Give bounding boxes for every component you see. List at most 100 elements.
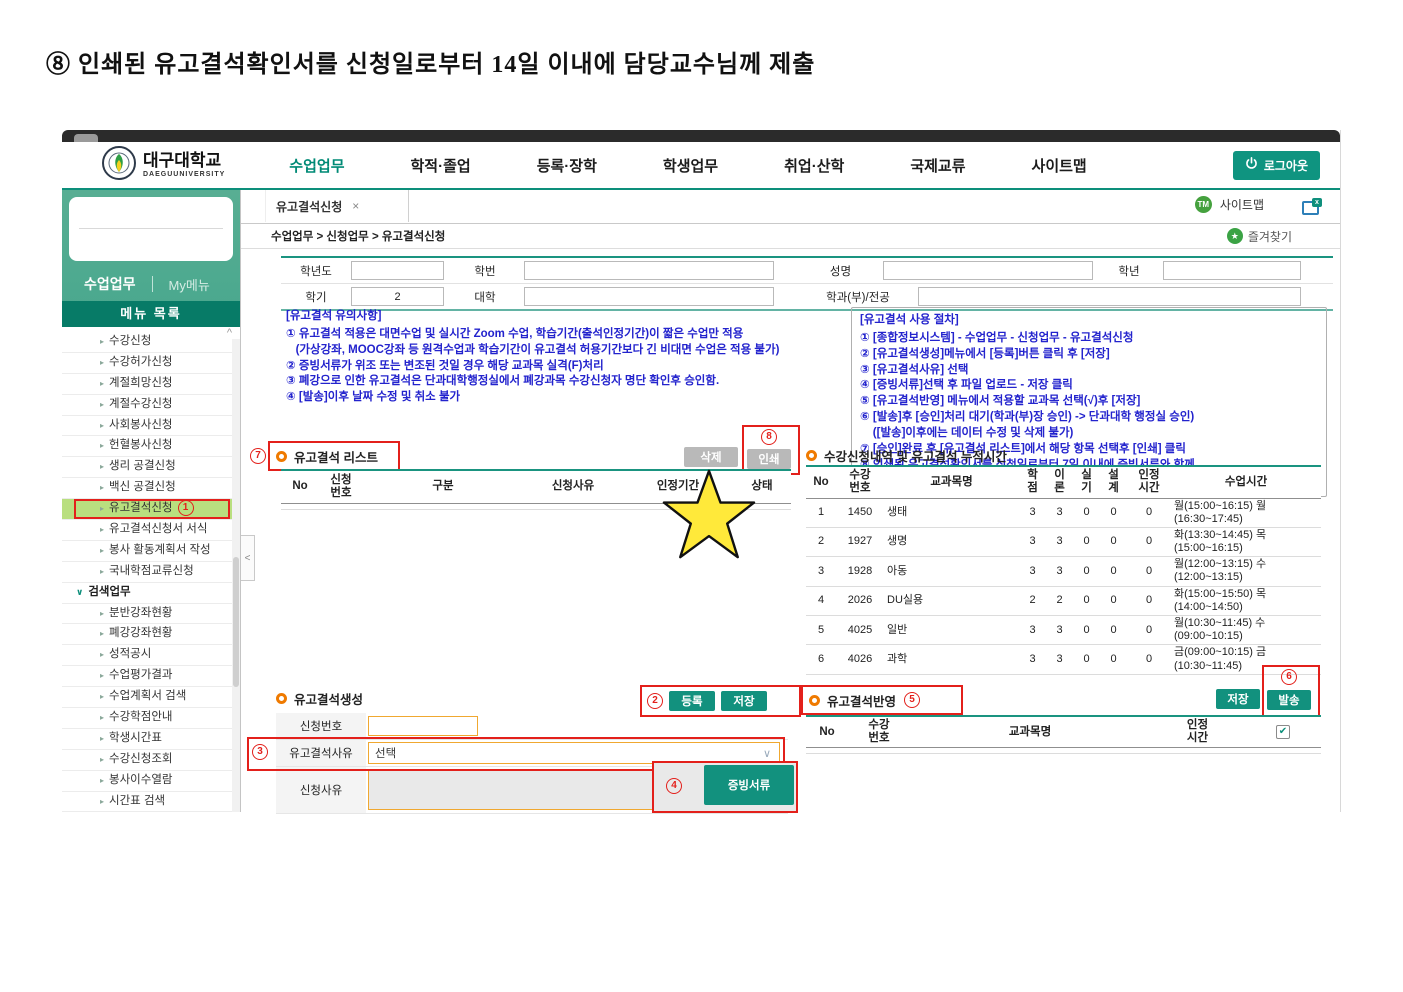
sidebar-item-label: 성적공시 [109, 648, 151, 660]
arrow-right-icon: ▸ [100, 609, 104, 618]
chevron-down-icon: ∨ [763, 747, 771, 760]
sidebar-scrollbar[interactable] [232, 339, 240, 812]
column-header: 수강 번호 [848, 716, 910, 748]
notice-line-6: ([발송]이후에는 데이터 수정 및 삭제 불가) [860, 426, 1318, 442]
cell: 0 [1127, 586, 1171, 615]
sidebar-item-18[interactable]: ▸수강학점안내 [62, 708, 232, 729]
table-row[interactable]: 11450생태33000월(15:00~16:15) 월(16:30~17:45… [806, 498, 1321, 527]
column-header: 교과목명 [884, 466, 1019, 498]
field-input-학과(부)/전공[interactable] [918, 287, 1301, 306]
section-bullet-icon [276, 693, 287, 704]
field-input-학번[interactable] [524, 261, 774, 280]
window-notch [74, 134, 98, 142]
column-header: 인정 시간 [1150, 716, 1245, 748]
sidebar-item-11[interactable]: ▸국내학점교류신청 [62, 562, 232, 583]
sitemap-label[interactable]: 사이트맵 [1220, 196, 1264, 213]
sidebar-item-9[interactable]: ▸유고결석신청서 서식 [62, 520, 232, 541]
table-row[interactable]: 54025일반33000월(10:30~11:45) 수(09:00~10:15… [806, 616, 1321, 645]
table-row[interactable]: 21927생명33000화(13:30~14:45) 목(15:00~16:15… [806, 527, 1321, 556]
sidebar-tab-course-work[interactable]: 수업업무 [84, 274, 136, 294]
scroll-up-caret-icon[interactable]: ^ [227, 327, 232, 339]
sidebar-item-12[interactable]: ∨검색업무 [62, 583, 232, 604]
sidebar-item-21[interactable]: ▸봉사이수열람 [62, 771, 232, 792]
cell: 0 [1127, 557, 1171, 586]
sidebar-scrollbar-thumb[interactable] [233, 557, 239, 687]
arrow-right-icon: ▸ [100, 713, 104, 722]
nav-item-1[interactable]: 학적·졸업 [411, 155, 471, 176]
nav-item-3[interactable]: 학생업무 [663, 155, 718, 176]
nav-item-6[interactable]: 사이트맵 [1032, 155, 1087, 176]
sidebar-item-8[interactable]: ▸유고결석신청1 [62, 499, 232, 520]
apply-no-row: 신청번호 [276, 713, 788, 740]
sitemap-icon[interactable]: TM [1195, 196, 1212, 213]
nav-item-2[interactable]: 등록·장학 [537, 155, 597, 176]
sidebar-item-0[interactable]: ▸수강신청 [62, 332, 232, 353]
sidebar-item-19[interactable]: ▸학생시간표 [62, 729, 232, 750]
apply-section-title-text: 유고결석반영 [827, 691, 896, 710]
tabbar-icons: TM 사이트맵 x [1195, 196, 1322, 213]
table-row[interactable]: 42026DU실용22000화(15:00~15:50) 목(14:00~14:… [806, 586, 1321, 615]
sidebar-item-17[interactable]: ▸수업계획서 검색 [62, 687, 232, 708]
sidebar-item-label: 수업계획서 검색 [109, 690, 186, 702]
power-icon [1245, 157, 1258, 173]
sidebar-collapse-handle[interactable]: < [241, 535, 255, 581]
column-header: 설 계 [1100, 466, 1127, 498]
window-popup-icon[interactable]: x [1302, 198, 1322, 212]
tab-yugo-absence[interactable]: 유고결석신청 × [265, 190, 409, 222]
nav-item-0[interactable]: 수업업무 [289, 155, 344, 176]
university-logo[interactable]: 대구대학교 DAEGUUNIVERSITY [102, 146, 225, 185]
favorite-star-icon[interactable]: ★ [1227, 228, 1243, 244]
field-input-학년[interactable] [1163, 261, 1301, 280]
sidebar-item-20[interactable]: ▸수강신청조회 [62, 750, 232, 771]
print-button[interactable]: 인쇄 [747, 449, 791, 469]
create-save-button[interactable]: 저장 [721, 691, 767, 711]
sidebar-item-label: 계절희망신청 [109, 377, 172, 389]
apply-no-input[interactable] [368, 716, 478, 736]
cell: 1450 [836, 498, 884, 527]
send-button[interactable]: 발송 [1267, 690, 1311, 710]
logout-button[interactable]: 로그아웃 [1233, 151, 1320, 180]
sidebar-item-1[interactable]: ▸수강허가신청 [62, 353, 232, 374]
sidebar-item-14[interactable]: ▸폐강강좌현황 [62, 624, 232, 645]
field-input-학년도[interactable] [351, 261, 444, 280]
field-input-성명[interactable] [883, 261, 1093, 280]
sidebar-item-15[interactable]: ▸성적공시 [62, 645, 232, 666]
table-row[interactable]: 31928아동33000월(12:00~13:15) 수(12:00~13:15… [806, 557, 1321, 586]
cell: 0 [1127, 498, 1171, 527]
cell: 5 [806, 616, 836, 645]
delete-button[interactable]: 삭제 [684, 447, 738, 467]
column-header: No [806, 466, 836, 498]
popup-close-shape: x [1312, 198, 1322, 207]
nav-item-4[interactable]: 취업·산학 [784, 155, 844, 176]
sidebar-item-3[interactable]: ▸계절수강신청 [62, 395, 232, 416]
cell: 4026 [836, 645, 884, 674]
print-annotation-box: 8 인쇄 [742, 425, 800, 475]
sidebar-item-4[interactable]: ▸사회봉사신청 [62, 416, 232, 437]
sidebar-item-22[interactable]: ▸시간표 검색 [62, 792, 232, 812]
notice-cautions-title: [유고결석 유의사항] [286, 309, 846, 325]
apply-save-button[interactable]: 저장 [1216, 689, 1260, 709]
tab-close-icon[interactable]: × [352, 199, 359, 213]
work-area: 학년도학번성명학년학기대학학과(부)/전공 [유고결석 유의사항] ① 유고결석… [241, 249, 1340, 814]
table-row[interactable]: 64026과학33000금(09:00~10:15) 금(10:30~11:45… [806, 645, 1321, 674]
notice-cautions-lines: ① 유고결석 적용은 대면수업 및 실시간 Zoom 수업, 학습기간(출석인정… [286, 327, 846, 406]
sidebar-item-5[interactable]: ▸헌혈봉사신청 [62, 436, 232, 457]
nav-item-5[interactable]: 국제교류 [910, 155, 965, 176]
sidebar-item-10[interactable]: ▸봉사 활동계획서 작성 [62, 541, 232, 562]
sidebar-item-7[interactable]: ▸백신 공결신청 [62, 478, 232, 499]
field-input-대학[interactable] [524, 287, 774, 306]
select-all-checkbox[interactable]: ✔ [1276, 725, 1290, 739]
sidebar-item-13[interactable]: ▸분반강좌현황 [62, 604, 232, 625]
register-button[interactable]: 등록 [669, 691, 715, 711]
sidebar-item-6[interactable]: ▸생리 공결신청 [62, 457, 232, 478]
field-label-학과(부)/전공: 학과(부)/전공 [798, 289, 918, 305]
file-proof-button[interactable]: 증빙서류 [704, 765, 794, 805]
field-input-학기[interactable] [351, 287, 444, 306]
favorite-label[interactable]: 즐겨찾기 [1248, 228, 1292, 245]
sidebar-item-16[interactable]: ▸수업평가결과 [62, 666, 232, 687]
section-bullet-icon [806, 450, 817, 461]
sidebar-tab-mymenu[interactable]: My메뉴 [169, 275, 210, 294]
sidebar-item-2[interactable]: ▸계절희망신청 [62, 374, 232, 395]
enrollment-table: No수강 번호교과목명학 점이 론실 기설 계인정 시간수업시간11450생태3… [806, 465, 1321, 675]
reason-textarea[interactable] [368, 770, 658, 810]
